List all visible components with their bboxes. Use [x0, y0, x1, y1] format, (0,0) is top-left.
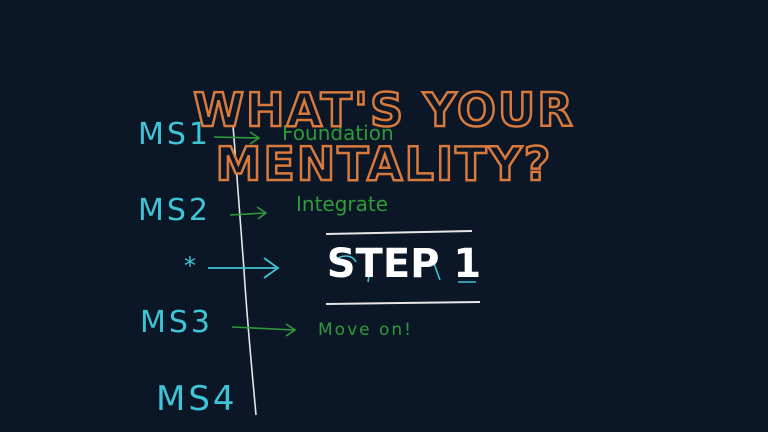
note-integrate: Integrate — [296, 192, 389, 216]
milestone-ms4: MS4 — [156, 379, 238, 419]
title-line-1: WHAT'S YOUR — [192, 83, 575, 137]
handwritten-sketch — [208, 111, 481, 416]
step-top-rule — [325, 230, 473, 235]
slide-canvas: MS1 MS2 * MS3 MS4 Foundation Integrate M… — [0, 0, 768, 432]
title-line-2: MENTALITY? — [214, 137, 553, 191]
note-move-on: Move on! — [318, 320, 413, 340]
milestone-star: * — [184, 252, 199, 280]
ms2-arrow — [229, 212, 266, 216]
milestone-ms2: MS2 — [138, 193, 212, 228]
step-label: STEP 1 — [326, 241, 482, 287]
ms3-arrow — [231, 326, 295, 331]
milestone-ms3: MS3 — [140, 305, 214, 340]
step-bottom-rule — [325, 301, 481, 305]
